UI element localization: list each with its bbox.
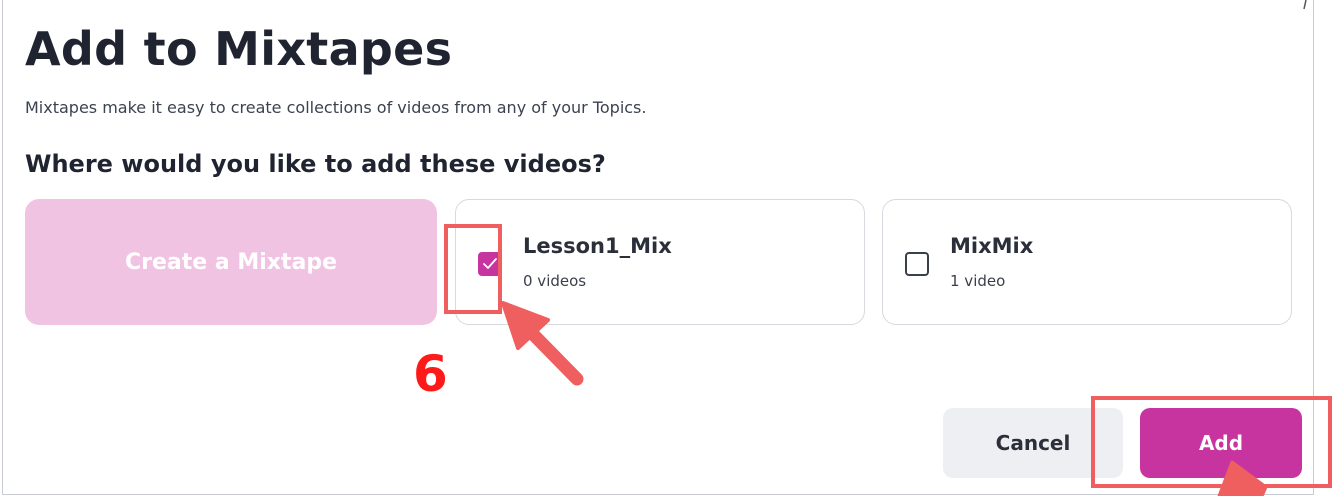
mixtape-card-lesson1-mix[interactable]: Lesson1_Mix 0 videos <box>455 199 865 325</box>
destination-question: Where would you like to add these videos… <box>25 150 606 178</box>
create-mixtape-button[interactable]: Create a Mixtape <box>25 199 437 325</box>
dialog-title: Add to Mixtapes <box>25 22 453 76</box>
corner-tick-mark <box>1303 0 1307 10</box>
cancel-button[interactable]: Cancel <box>943 408 1123 478</box>
add-to-mixtapes-dialog: Add to Mixtapes Mixtapes make it easy to… <box>2 0 1314 495</box>
mixtape-checkbox-unchecked[interactable] <box>905 252 929 276</box>
dialog-subtitle: Mixtapes make it easy to create collecti… <box>25 98 647 117</box>
checkmark-icon <box>483 258 497 269</box>
mixtape-video-count: 0 videos <box>523 272 587 290</box>
mixtape-name: Lesson1_Mix <box>523 234 672 258</box>
add-button[interactable]: Add <box>1140 408 1302 478</box>
mixtape-video-count: 1 video <box>950 272 1006 290</box>
mixtape-card-mixmix[interactable]: MixMix 1 video <box>882 199 1292 325</box>
mixtape-checkbox-checked[interactable] <box>478 252 502 276</box>
step-number-label: 6 <box>413 345 448 403</box>
mixtape-name: MixMix <box>950 234 1034 258</box>
